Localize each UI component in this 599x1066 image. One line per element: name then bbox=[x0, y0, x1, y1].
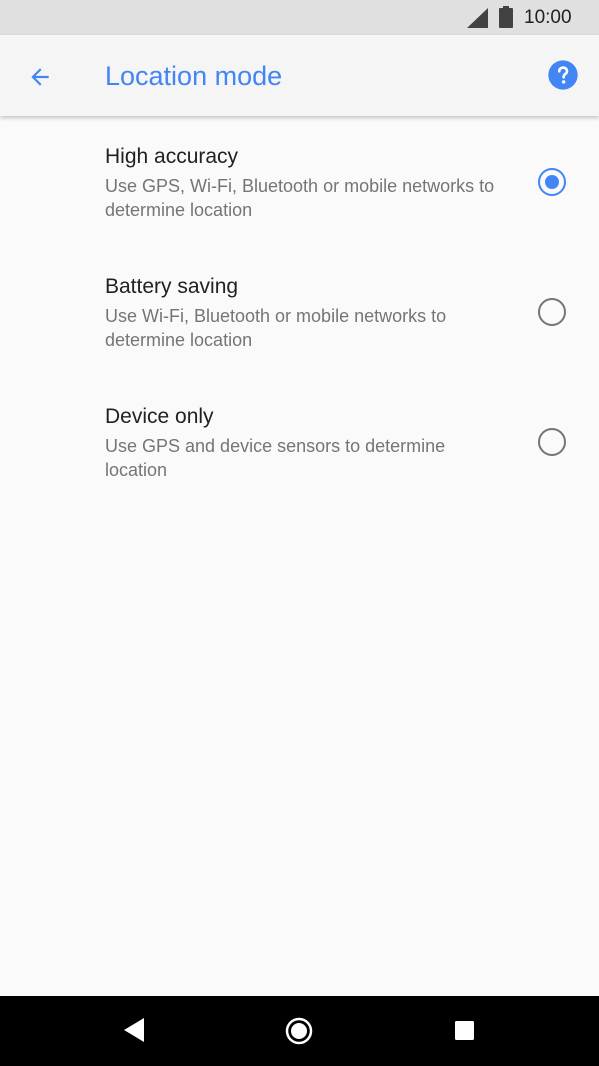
option-description: Use Wi-Fi, Bluetooth or mobile networks … bbox=[105, 306, 447, 350]
cellular-signal-icon bbox=[467, 8, 488, 28]
radio-high-accuracy[interactable] bbox=[538, 168, 566, 196]
radio-device-only[interactable] bbox=[538, 428, 566, 456]
location-mode-options: High accuracy Use GPS, Wi-Fi, Bluetooth … bbox=[0, 116, 599, 506]
status-time: 10:00 bbox=[524, 7, 572, 28]
help-circle-icon bbox=[548, 60, 578, 90]
radio-battery-saving[interactable] bbox=[538, 298, 566, 326]
nav-home-icon[interactable] bbox=[285, 1017, 313, 1045]
app-bar: Location mode bbox=[0, 35, 599, 116]
location-mode-screen: 10:00 Location mode High accuracy Use GP… bbox=[0, 0, 599, 1066]
back-button[interactable] bbox=[20, 57, 60, 97]
option-high-accuracy[interactable]: High accuracy Use GPS, Wi-Fi, Bluetooth … bbox=[0, 116, 599, 246]
option-description: Use GPS, Wi-Fi, Bluetooth or mobile netw… bbox=[105, 176, 495, 220]
option-title: Device only bbox=[105, 405, 214, 428]
option-device-only[interactable]: Device only Use GPS and device sensors t… bbox=[0, 376, 599, 506]
help-button[interactable] bbox=[545, 57, 581, 93]
nav-back-icon[interactable] bbox=[124, 1018, 144, 1042]
option-title: High accuracy bbox=[105, 145, 239, 168]
option-description: Use GPS and device sensors to determine … bbox=[105, 436, 446, 480]
option-battery-saving[interactable]: Battery saving Use Wi-Fi, Bluetooth or m… bbox=[0, 246, 599, 376]
option-title: Battery saving bbox=[105, 275, 239, 298]
page-title: Location mode bbox=[105, 61, 283, 91]
status-bar: 10:00 bbox=[0, 0, 599, 35]
battery-icon bbox=[499, 6, 513, 28]
arrow-back-icon bbox=[31, 68, 49, 86]
navigation-bar bbox=[0, 996, 599, 1066]
nav-recents-icon[interactable] bbox=[455, 1021, 474, 1040]
